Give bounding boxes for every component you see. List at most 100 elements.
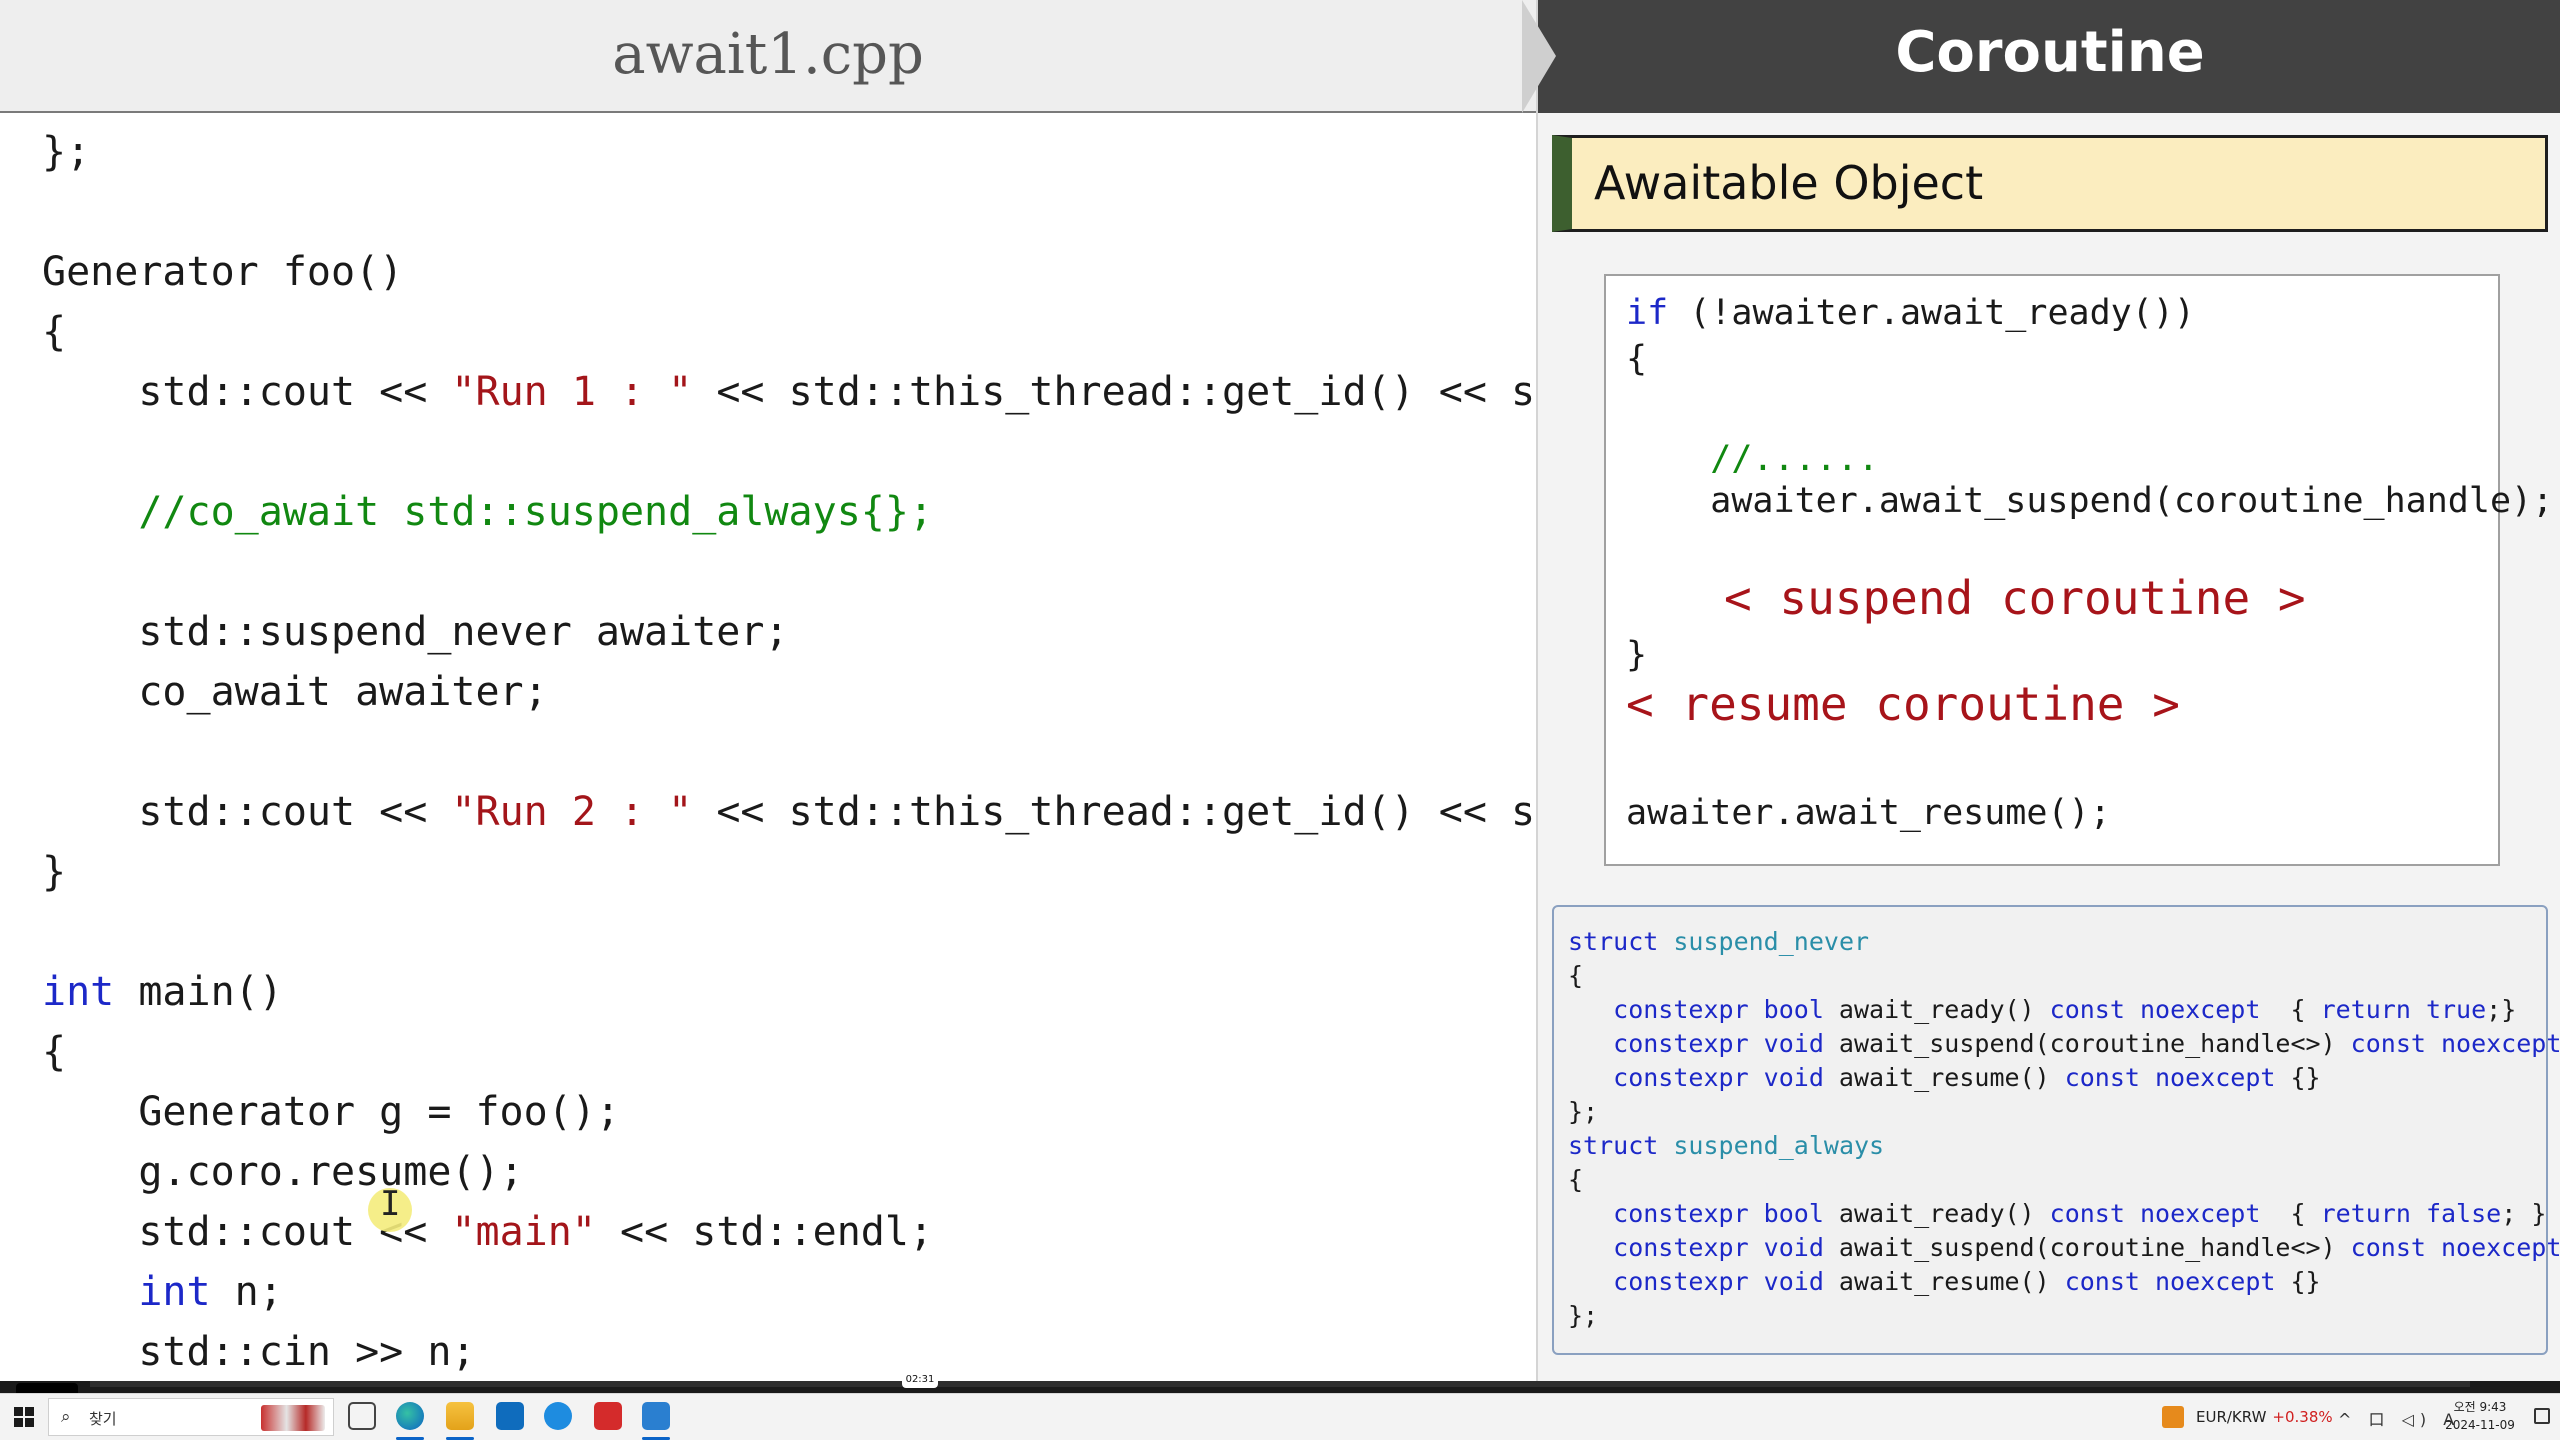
code-line: int n; (42, 1263, 283, 1321)
code-token: {} (2275, 1063, 2321, 1092)
keyword: return false (2320, 1199, 2502, 1228)
code-token: << std::this_thread::get_id() << std::e (716, 369, 1536, 415)
code-editor[interactable]: }; Generator foo() { std::cout << "Run 1… (0, 115, 1536, 1381)
struct-line: }; (1568, 1301, 1599, 1330)
keyword: const noexcept (2350, 1029, 2560, 1058)
code-token: ; } (2501, 1199, 2547, 1228)
text-cursor-icon: I (380, 1184, 401, 1224)
edge-browser-icon[interactable] (396, 1402, 424, 1430)
code-token: ;} (2486, 995, 2517, 1024)
slide-panel: Coroutine Awaitable Object if (!awaiter.… (1522, 0, 2560, 1381)
keyword: const noexcept (2049, 995, 2261, 1024)
code-token: (!awaiter.await_ready()) (1668, 293, 2195, 333)
code-comment: //co_await std::suspend_always{}; (42, 489, 934, 535)
struct-line: constexpr void await_resume() const noex… (1568, 1061, 2321, 1095)
string-literal: "main" (451, 1209, 596, 1255)
progress-time-label: 02:31 (902, 1372, 938, 1388)
code-token: await_suspend(coroutine_handle<>) (1823, 1029, 2351, 1058)
taskbar: ⌕ 찾기 EUR/KRW +0.38% ^ 口 ◁) A 오전 9:43 2024… (0, 1393, 2560, 1440)
file-explorer-icon[interactable] (446, 1402, 474, 1430)
app-icon[interactable] (642, 1402, 670, 1430)
keyword: constexpr void (1568, 1029, 1824, 1058)
suspend-annotation: < suspend coroutine > (1724, 571, 2306, 625)
struct-line: }; (1568, 1097, 1599, 1126)
keyword: int (42, 969, 115, 1015)
pseudocode-line: awaiter.await_resume(); (1626, 793, 2111, 833)
pseudocode-box: if (!awaiter.await_ready()) { //...... a… (1604, 274, 2553, 866)
type-name: suspend_always (1673, 1131, 1885, 1160)
clock-time: 오전 9:43 (2453, 1400, 2507, 1414)
keyword: struct (1568, 1131, 1659, 1160)
video-progress-bar[interactable] (90, 1381, 2470, 1387)
stock-widget-icon[interactable] (2162, 1406, 2184, 1428)
code-line: std::cout << "main" << std::endl; (42, 1203, 933, 1261)
stock-ticker[interactable]: EUR/KRW +0.38% (2196, 1408, 2333, 1426)
search-placeholder: 찾기 (89, 1410, 117, 1428)
clock[interactable]: 오전 9:43 2024-11-09 (2430, 1398, 2530, 1434)
code-token: await_resume() (1823, 1267, 2065, 1296)
code-line: { (42, 1029, 67, 1075)
windows-start-icon[interactable] (14, 1407, 34, 1427)
pseudocode-line: { (1626, 339, 1648, 379)
type-name: suspend_never (1673, 927, 1870, 956)
struct-line: struct suspend_always (1568, 1129, 1884, 1163)
clock-date: 2024-11-09 (2445, 1418, 2515, 1432)
taskbar-search-input[interactable]: ⌕ 찾기 (48, 1398, 334, 1436)
app-icon[interactable] (544, 1402, 572, 1430)
task-view-icon[interactable] (348, 1402, 376, 1430)
keyword: constexpr bool (1568, 995, 1824, 1024)
keyword: const noexcept (2049, 1199, 2261, 1228)
code-line: std::suspend_never awaiter; (42, 609, 789, 655)
code-token: { (2260, 995, 2321, 1024)
keyword: const noexcept (2064, 1063, 2276, 1092)
code-line: Generator foo() (42, 249, 404, 295)
editor-tab-header: await1.cpp (0, 0, 1536, 113)
struct-line: { (1568, 1165, 1584, 1194)
section-banner: Awaitable Object (1552, 135, 2548, 232)
keyword: int (138, 1269, 211, 1315)
code-token: std::cout << (42, 369, 452, 415)
code-line: std::cin >> n; (42, 1329, 476, 1375)
code-line: co_await awaiter; (42, 669, 548, 715)
code-token: await_ready() (1823, 1199, 2050, 1228)
code-token: << std::endl; (595, 1209, 934, 1255)
code-line: } (42, 849, 67, 895)
string-literal: "Run 1 : " (451, 369, 693, 415)
file-title: await1.cpp (612, 22, 924, 87)
section-title: Awaitable Object (1594, 156, 1984, 210)
struct-line: constexpr void await_suspend(coroutine_h… (1568, 1027, 2560, 1061)
struct-line: constexpr void await_resume() const noex… (1568, 1265, 2321, 1299)
code-line: { (42, 309, 67, 355)
resume-annotation: < resume coroutine > (1626, 677, 2180, 731)
topic-title: Coroutine (1895, 20, 2205, 85)
code-line: }; (42, 129, 91, 175)
string-literal: "Run 2 : " (451, 789, 693, 835)
code-line: std::cout << "Run 2 : " << std::this_thr… (42, 783, 1536, 841)
notification-icon[interactable] (2534, 1408, 2550, 1424)
keyword: return true (2320, 995, 2487, 1024)
keyword: struct (1568, 927, 1659, 956)
keyword: constexpr void (1568, 1233, 1824, 1262)
code-token: {} (2275, 1267, 2321, 1296)
ticker-change: +0.38% (2272, 1408, 2333, 1426)
code-token: await_resume() (1823, 1063, 2065, 1092)
struct-line: constexpr bool await_ready() const noexc… (1568, 1197, 2546, 1231)
search-icon: ⌕ (61, 1407, 71, 1427)
keyword: constexpr bool (1568, 1199, 1824, 1228)
pdf-reader-icon[interactable] (594, 1402, 622, 1430)
slide-header: Coroutine (1522, 0, 2560, 113)
code-token: main() (114, 969, 283, 1015)
struct-line: constexpr bool await_ready() const noexc… (1568, 993, 2516, 1027)
keyword: const noexcept (2350, 1233, 2560, 1262)
code-token: await_suspend(coroutine_handle<>) (1823, 1233, 2351, 1262)
outlook-icon[interactable] (496, 1402, 524, 1430)
code-line: g.coro.resume(); (42, 1149, 524, 1195)
struct-line: constexpr void await_suspend(coroutine_h… (1568, 1231, 2560, 1265)
keyword: const noexcept (2064, 1267, 2276, 1296)
code-line: std::cout << "Run 1 : " << std::this_thr… (42, 363, 1536, 421)
code-line: Generator g = foo(); (42, 1089, 620, 1135)
code-token: n; (210, 1269, 283, 1315)
keyword: constexpr void (1568, 1267, 1824, 1296)
keyword: if (1626, 293, 1669, 333)
